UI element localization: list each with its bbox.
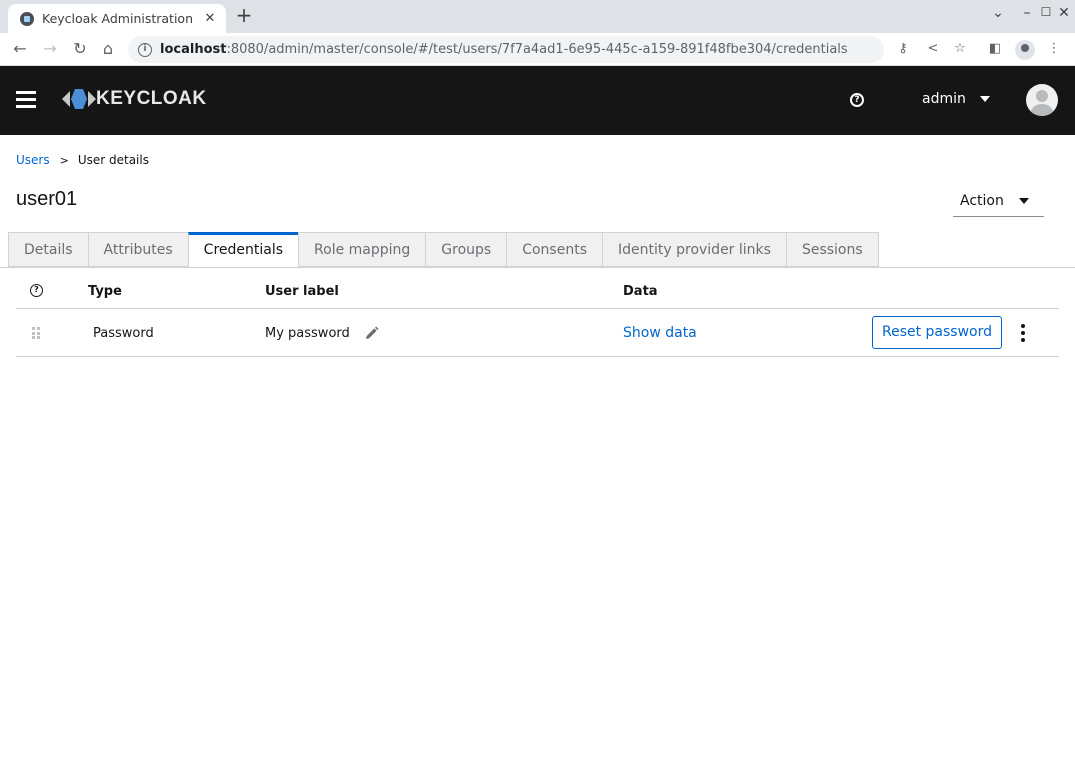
url-text: localhost:8080/admin/master/console/#/te… bbox=[160, 42, 848, 57]
browser-tabstrip: Keycloak Administration C ✕ + ⌄ – ☐ ✕ bbox=[0, 0, 1075, 33]
tab-credentials[interactable]: Credentials bbox=[187, 232, 299, 267]
browser-toolbar: ← → ↻ ⌂ i localhost:8080/admin/master/co… bbox=[0, 33, 1075, 66]
reload-icon[interactable]: ↻ bbox=[70, 39, 90, 59]
user-menu-toggle[interactable]: admin bbox=[922, 91, 990, 107]
action-dropdown[interactable]: Action bbox=[953, 185, 1044, 217]
back-icon[interactable]: ← bbox=[10, 39, 30, 59]
user-tabs: Details Attributes Credentials Role mapp… bbox=[8, 232, 879, 267]
breadcrumb: Users > User details bbox=[16, 153, 149, 167]
help-icon[interactable]: ? bbox=[850, 93, 864, 107]
menu-icon[interactable]: ⋮ bbox=[1045, 41, 1063, 56]
star-icon[interactable]: ☆ bbox=[951, 41, 969, 56]
hamburger-menu-icon[interactable] bbox=[16, 91, 36, 109]
credential-user-label: My password bbox=[265, 326, 350, 341]
tab-consents[interactable]: Consents bbox=[506, 232, 602, 267]
profile-icon[interactable] bbox=[1015, 40, 1035, 60]
new-tab-button[interactable]: + bbox=[234, 4, 254, 26]
close-window-icon[interactable]: ✕ bbox=[1054, 5, 1074, 21]
home-icon[interactable]: ⌂ bbox=[98, 39, 118, 59]
chevron-right-icon: > bbox=[59, 153, 69, 167]
tab-role-mapping[interactable]: Role mapping bbox=[298, 232, 426, 267]
breadcrumb-current: User details bbox=[77, 153, 149, 167]
maximize-icon[interactable]: ☐ bbox=[1036, 5, 1056, 19]
tab-groups[interactable]: Groups bbox=[425, 232, 507, 267]
chevron-down-icon[interactable]: ⌄ bbox=[988, 5, 1008, 21]
credential-type: Password bbox=[93, 326, 154, 341]
caret-down-icon bbox=[979, 96, 990, 102]
credentials-table: ? Type User label Data Password My passw… bbox=[16, 270, 1059, 357]
tab-attributes[interactable]: Attributes bbox=[87, 232, 188, 267]
keycloak-favicon-icon bbox=[20, 11, 34, 26]
key-icon[interactable]: ⚷ bbox=[894, 41, 912, 56]
column-header-user-label: User label bbox=[265, 284, 339, 299]
sidebar-icon[interactable]: ◧ bbox=[986, 41, 1004, 56]
close-tab-icon[interactable]: ✕ bbox=[202, 11, 218, 26]
tabs-divider bbox=[0, 267, 1075, 268]
browser-tab[interactable]: Keycloak Administration C ✕ bbox=[8, 4, 226, 33]
help-icon[interactable]: ? bbox=[30, 284, 43, 297]
tab-identity-provider-links[interactable]: Identity provider links bbox=[602, 232, 786, 267]
tab-details[interactable]: Details bbox=[8, 232, 88, 267]
caret-down-icon bbox=[1018, 197, 1029, 204]
column-header-data: Data bbox=[623, 284, 658, 299]
keycloak-logo[interactable]: KEYCLOAK bbox=[62, 88, 207, 110]
tab-sessions[interactable]: Sessions bbox=[785, 232, 879, 267]
info-icon[interactable]: i bbox=[138, 42, 152, 57]
table-header: ? Type User label Data bbox=[16, 270, 1059, 309]
avatar[interactable] bbox=[1026, 84, 1058, 116]
breadcrumb-users-link[interactable]: Users bbox=[16, 153, 50, 167]
logo-text: KEYCLOAK bbox=[96, 88, 207, 109]
browser-tab-title: Keycloak Administration C bbox=[42, 11, 196, 26]
page-title: user01 bbox=[16, 188, 78, 210]
pencil-icon[interactable] bbox=[364, 326, 379, 341]
reset-password-button[interactable]: Reset password bbox=[872, 316, 1002, 349]
table-row: Password My password Show data Reset pas… bbox=[16, 309, 1059, 357]
kebab-menu-icon[interactable] bbox=[1017, 324, 1029, 342]
address-bar[interactable]: i localhost:8080/admin/master/console/#/… bbox=[128, 36, 884, 63]
column-header-type: Type bbox=[88, 284, 122, 299]
keycloak-logo-icon bbox=[62, 88, 96, 110]
credential-user-label-cell: My password bbox=[265, 326, 379, 341]
share-icon[interactable]: < bbox=[924, 41, 942, 56]
minimize-icon[interactable]: – bbox=[1017, 5, 1037, 21]
masthead: KEYCLOAK ? admin bbox=[0, 66, 1075, 135]
forward-icon[interactable]: → bbox=[40, 39, 60, 59]
user-name: admin bbox=[922, 91, 966, 107]
drag-handle-icon[interactable] bbox=[32, 327, 40, 339]
action-label: Action bbox=[960, 192, 1004, 209]
show-data-link[interactable]: Show data bbox=[623, 325, 697, 341]
